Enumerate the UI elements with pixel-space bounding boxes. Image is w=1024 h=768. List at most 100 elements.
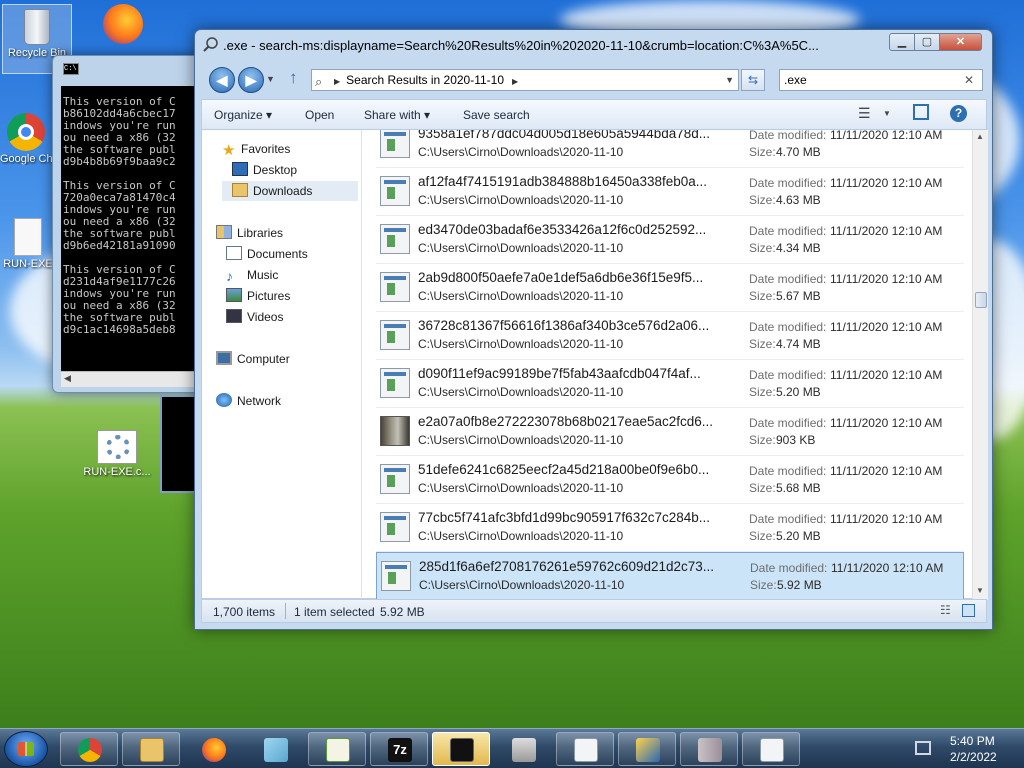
change-view-icon[interactable]: ☰ <box>858 105 871 122</box>
refresh-button[interactable]: ⇆ <box>741 69 765 91</box>
taskbar-7zip[interactable]: 7z <box>370 732 428 766</box>
taskbar-window-4[interactable] <box>742 732 800 766</box>
nav-network[interactable]: Network <box>216 391 281 411</box>
network-tray-icon[interactable] <box>915 741 931 755</box>
status-bar: 1,700 items 1 item selected 5.92 MB ☷ <box>201 599 987 623</box>
clear-search-icon[interactable]: ✕ <box>964 70 974 90</box>
selected-size: 5.92 MB <box>380 605 425 619</box>
file-row[interactable]: 77cbc5f741afc3bfd1d99bc905917f632c7c284b… <box>376 504 964 552</box>
taskbar-chrome[interactable] <box>60 732 118 766</box>
file-path: C:\Users\Cirno\Downloads\2020-11-10 <box>418 481 624 495</box>
open-button[interactable]: Open <box>305 108 334 122</box>
firefox-desktop-icon[interactable] <box>88 4 158 46</box>
file-name: 2ab9d800f50aefe7a0e1def5a6db6e36f15e9f5.… <box>418 270 704 285</box>
nav-libraries[interactable]: Libraries <box>216 223 283 243</box>
scroll-down-arrow-icon[interactable]: ▼ <box>976 586 984 595</box>
help-icon[interactable]: ? <box>950 105 967 122</box>
nav-downloads[interactable]: Downloads <box>222 181 358 201</box>
nav-favorites[interactable]: ★ Favorites <box>222 139 290 159</box>
nav-computer[interactable]: Computer <box>216 349 290 369</box>
file-name: 51defe6241c6825eecf2a45d218a00be0f9e6b0.… <box>418 462 710 477</box>
taskbar-cmd-active[interactable] <box>432 732 490 766</box>
run-exe-config-label: RUN-EXE.c... <box>83 466 151 478</box>
preview-pane-icon[interactable] <box>913 104 929 120</box>
close-button[interactable]: ✕ <box>939 33 982 51</box>
search-input[interactable]: .exe ✕ <box>779 69 983 91</box>
organize-button[interactable]: Organize ▾ <box>214 108 272 122</box>
exe-file-icon <box>381 561 411 591</box>
file-row[interactable]: af12fa4f7415191adb384888b16450a338feb0a.… <box>376 168 964 216</box>
size-value: 4.63 MB <box>776 193 821 207</box>
taskbar-firefox[interactable] <box>184 732 242 766</box>
size-label: Size: <box>749 289 776 303</box>
file-row[interactable]: 51defe6241c6825eecf2a45d218a00be0f9e6b0.… <box>376 456 964 504</box>
share-with-button[interactable]: Share with ▾ <box>364 108 430 122</box>
scroll-up-arrow-icon[interactable]: ▲ <box>976 132 984 141</box>
taskbar-window-2[interactable] <box>618 732 676 766</box>
taskbar-installer[interactable] <box>494 732 552 766</box>
taskbar-explorer[interactable] <box>122 732 180 766</box>
nav-desktop-label: Desktop <box>253 163 298 177</box>
back-button[interactable]: ◀ <box>209 67 235 93</box>
scrollbar-thumb[interactable] <box>975 292 987 308</box>
tiles-view-icon[interactable] <box>962 604 975 617</box>
maximize-button[interactable]: ▢ <box>914 33 940 51</box>
view-options-dropdown-icon[interactable]: ▼ <box>883 109 891 118</box>
recent-pages-dropdown-icon[interactable]: ▼ <box>266 74 275 84</box>
size-value: 5.92 MB <box>777 578 822 592</box>
nav-music[interactable]: ♪ Music <box>226 265 278 285</box>
run-exe-icon[interactable]: RUN-EXE <box>0 218 56 270</box>
taskbar-notepadpp[interactable] <box>308 732 366 766</box>
address-dropdown-icon[interactable]: ▼ <box>725 70 734 90</box>
nav-libraries-label: Libraries <box>237 226 284 240</box>
forward-button[interactable]: ▶ <box>238 67 264 93</box>
system-tray: 5:40 PM 2/2/2022 <box>905 729 1024 768</box>
search-results-list: 9358a1ef787ddc04d005d18e605a5944bda78d..… <box>362 130 972 600</box>
explorer-titlebar[interactable]: .exe - search-ms:displayname=Search%20Re… <box>195 30 992 60</box>
details-view-icon[interactable]: ☷ <box>940 603 951 617</box>
desktop-icon <box>232 162 248 176</box>
date-modified-label: Date modified: <box>750 561 828 575</box>
file-row[interactable]: d090f11ef9ac99189be7f5fab43aafcdb047f4af… <box>376 360 964 408</box>
start-button[interactable] <box>4 731 48 767</box>
cmd-icon: C:\ <box>63 63 79 75</box>
minimize-button[interactable]: ▁ <box>889 33 915 51</box>
file-row[interactable]: 2ab9d800f50aefe7a0e1def5a6db6e36f15e9f5.… <box>376 264 964 312</box>
file-row[interactable]: e2a07a0fb8e272223078b68b0217eae5ac2fcd6.… <box>376 408 964 456</box>
clock-date[interactable]: 2/2/2022 <box>950 750 997 764</box>
breadcrumb-arrow-icon[interactable]: ▶ <box>334 77 340 86</box>
nav-pictures[interactable]: Pictures <box>226 286 290 306</box>
nav-desktop[interactable]: Desktop <box>232 160 297 180</box>
nav-videos[interactable]: Videos <box>226 307 283 327</box>
selected-count: 1 item selected <box>294 605 375 619</box>
search-icon <box>203 37 219 53</box>
exe-file-icon <box>380 320 410 350</box>
clock-time[interactable]: 5:40 PM <box>950 734 995 748</box>
run-exe-config-icon[interactable]: RUN-EXE.c... <box>82 430 152 478</box>
taskbar-window-1[interactable] <box>556 732 614 766</box>
nav-downloads-label: Downloads <box>253 184 313 198</box>
explorer-window[interactable]: .exe - search-ms:displayname=Search%20Re… <box>194 29 993 630</box>
file-row[interactable]: ed3470de03badaf6e3533426a12f6c0d252592..… <box>376 216 964 264</box>
file-row[interactable]: 36728c81367f56616f1386af340b3ce576d2a06.… <box>376 312 964 360</box>
image-viewer-icon <box>698 738 722 762</box>
scroll-left-arrow-icon[interactable]: ◀ <box>64 373 71 384</box>
up-arrow-icon[interactable]: ↑ <box>289 68 298 88</box>
taskbar-window-3[interactable] <box>680 732 738 766</box>
file-row[interactable]: 9358a1ef787ddc04d005d18e605a5944bda78d..… <box>376 130 964 168</box>
size-value: 5.20 MB <box>776 529 821 543</box>
taskbar-notepad[interactable] <box>246 732 304 766</box>
file-name: d090f11ef9ac99189be7f5fab43aafcdb047f4af… <box>418 366 701 381</box>
date-modified-label: Date modified: <box>749 176 827 190</box>
exe-file-icon <box>380 176 410 206</box>
vertical-scrollbar[interactable]: ▲ ▼ <box>972 130 988 600</box>
file-row-selected[interactable]: 285d1f6a6ef2708176261e59762c609d21d2c73.… <box>376 552 964 600</box>
breadcrumb-arrow-icon[interactable]: ▶ <box>512 77 518 86</box>
address-bar[interactable]: ⌕ ▶ Search Results in 2020-11-10 ▶ ▼ <box>311 69 739 91</box>
google-chrome-icon[interactable]: Google Chrome <box>0 113 52 165</box>
pictures-icon <box>226 288 242 302</box>
nav-documents[interactable]: Documents <box>226 244 308 264</box>
desktop: Recycle Bin Google Chrome RUN-EXE RUN-EX… <box>0 0 1024 728</box>
address-breadcrumb[interactable]: Search Results in 2020-11-10 <box>346 73 504 87</box>
save-search-button[interactable]: Save search <box>463 108 530 122</box>
